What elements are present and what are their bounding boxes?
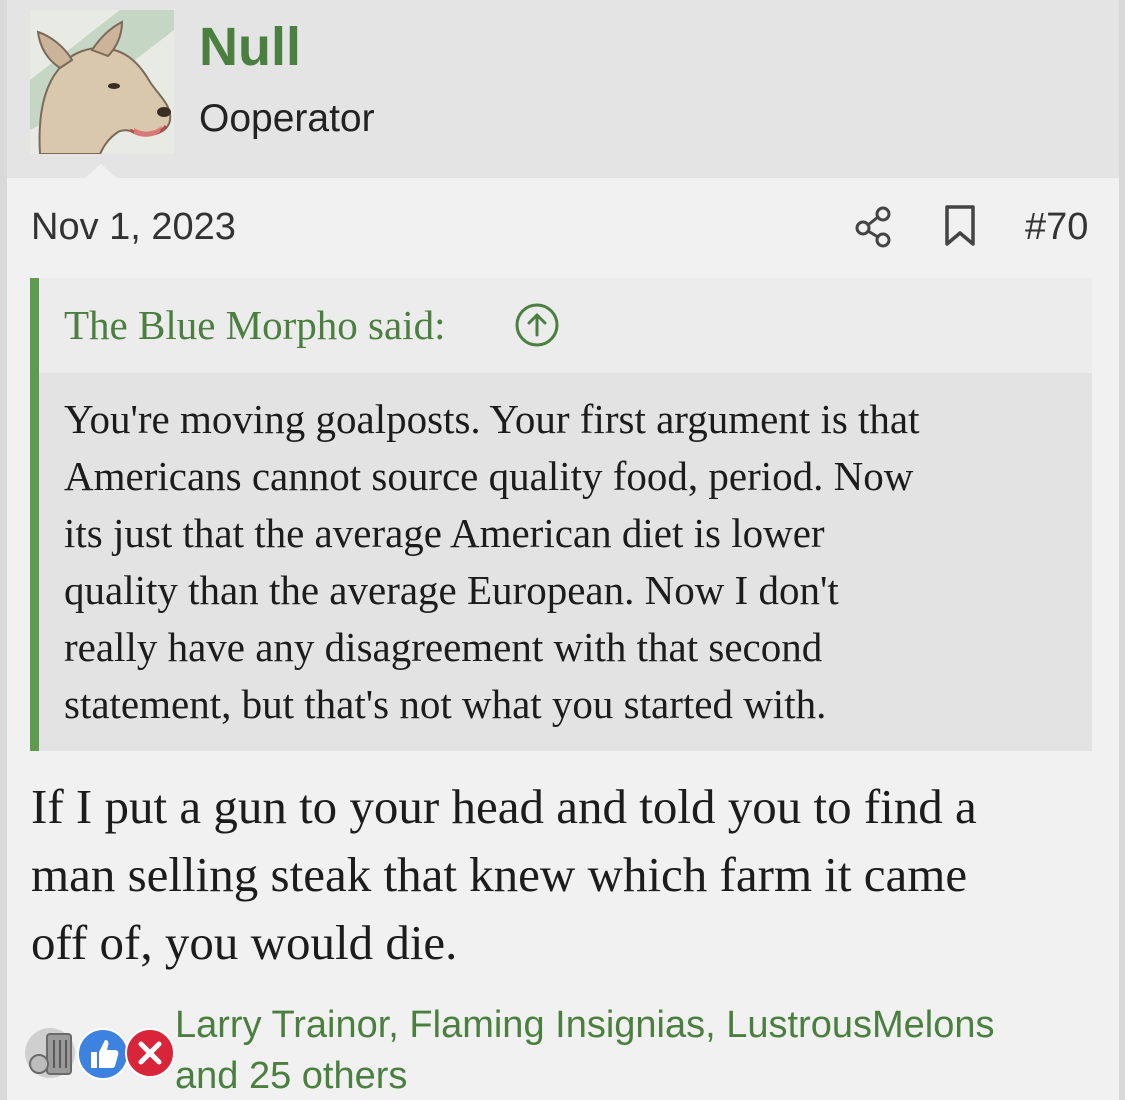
username[interactable]: Null <box>199 14 301 80</box>
reaction-icons[interactable] <box>25 1024 175 1084</box>
x-mark-icon <box>125 1028 175 1078</box>
forum-post: Null Ooperator Nov 1, 2023 #70 The Blue … <box>7 0 1119 1100</box>
quote-line: statement, but that's not what you start… <box>64 681 827 727</box>
post-number-link[interactable]: #70 <box>1025 204 1088 250</box>
quote-line: quality than the average European. Now I… <box>64 567 839 613</box>
message-body: If I put a gun to your head and told you… <box>31 773 1111 977</box>
quote-author-link[interactable]: The Blue Morpho said: <box>64 300 445 350</box>
quote-line: its just that the average American diet … <box>64 510 825 556</box>
share-icon[interactable] <box>854 206 894 248</box>
message-line: If I put a gun to your head and told you… <box>31 779 977 834</box>
message-line: man selling steak that knew which farm i… <box>31 847 968 902</box>
user-title: Ooperator <box>199 97 375 140</box>
quote-line: Americans cannot source quality food, pe… <box>64 453 914 499</box>
trash-can-icon <box>25 1028 75 1078</box>
dog-avatar-icon[interactable] <box>30 10 174 154</box>
message-line: off of, you would die. <box>31 915 458 970</box>
thumbs-up-icon <box>77 1028 129 1080</box>
arrow-up-circle-icon[interactable] <box>514 302 560 348</box>
user-header: Null Ooperator <box>7 0 1119 178</box>
quote-header: The Blue Morpho said: <box>39 278 1092 373</box>
quote-bar <box>30 278 39 751</box>
page-edge <box>1119 0 1125 1100</box>
quote-block: The Blue Morpho said: You're moving goal… <box>30 278 1092 751</box>
bookmark-icon[interactable] <box>942 204 978 248</box>
quote-body: You're moving goalposts. Your first argu… <box>39 373 1092 751</box>
quote-line: really have any disagreement with that s… <box>64 624 823 670</box>
header-pointer <box>85 164 117 178</box>
reaction-names-line: and 25 others <box>175 1055 408 1097</box>
reaction-users-link[interactable]: Larry Trainor, Flaming Insignias, Lustro… <box>175 1000 1075 1100</box>
post-date[interactable]: Nov 1, 2023 <box>31 204 236 250</box>
reaction-names-line: Larry Trainor, Flaming Insignias, Lustro… <box>175 1004 995 1046</box>
quote-text: You're moving goalposts. Your first argu… <box>64 391 1074 733</box>
quote-line: You're moving goalposts. Your first argu… <box>64 396 920 442</box>
